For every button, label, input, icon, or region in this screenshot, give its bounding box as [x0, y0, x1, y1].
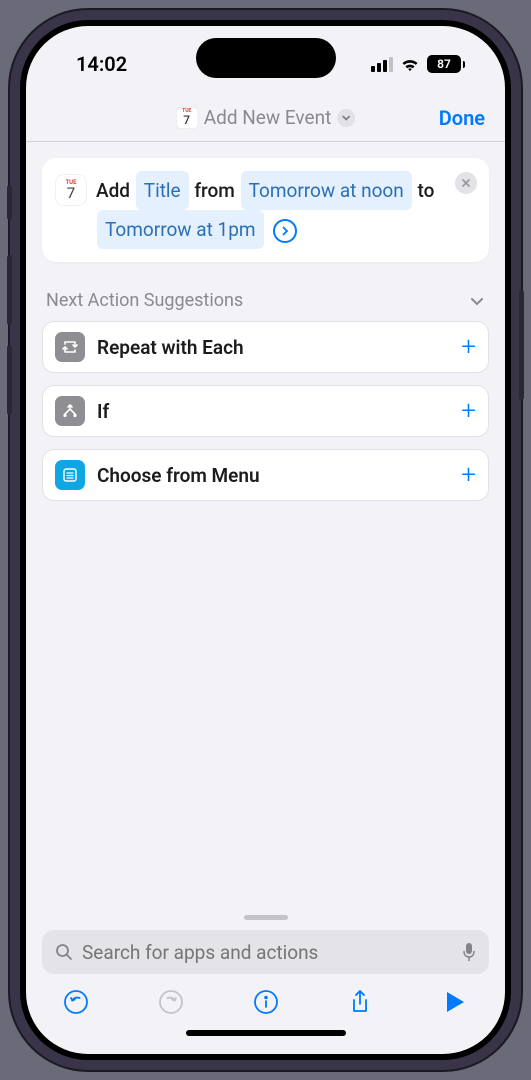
screen: 14:02 87 TUE 7 — [26, 26, 505, 1054]
microphone-icon[interactable] — [461, 941, 477, 963]
show-more-button[interactable] — [273, 219, 297, 243]
undo-button[interactable] — [62, 988, 90, 1016]
battery-indicator: 87 — [427, 55, 465, 73]
suggestion-label: Repeat with Each — [97, 336, 449, 359]
delete-action-button[interactable] — [455, 172, 477, 194]
chevron-down-icon — [337, 109, 355, 127]
navigation-bar: TUE 7 Add New Event Done — [26, 94, 505, 142]
search-icon — [54, 942, 74, 962]
action-word-to: to — [417, 179, 434, 202]
shortcut-title-button[interactable]: TUE 7 Add New Event — [176, 106, 356, 129]
phone-volume-up — [7, 255, 12, 325]
phone-power-button — [519, 290, 524, 400]
dynamic-island — [196, 38, 336, 78]
content-area: TUE 7 Add Title from Tomorrow at noon to… — [26, 142, 505, 915]
suggestions-header[interactable]: Next Action Suggestions — [46, 290, 485, 311]
phone-silent-switch — [7, 185, 12, 220]
home-indicator[interactable] — [186, 1030, 346, 1036]
action-text: Add Title from Tomorrow at noon to Tomor… — [96, 171, 475, 249]
toolbar — [42, 974, 489, 1024]
calendar-action-icon: TUE 7 — [56, 175, 86, 205]
suggestion-repeat-with-each[interactable]: Repeat with Each + — [42, 321, 489, 373]
suggestions-title: Next Action Suggestions — [46, 290, 243, 311]
suggestion-label: Choose from Menu — [97, 464, 449, 487]
search-bar[interactable] — [42, 930, 489, 974]
cellular-signal-icon — [371, 57, 393, 72]
chevron-down-icon — [469, 293, 485, 309]
search-input[interactable] — [82, 941, 453, 964]
chevron-right-icon — [280, 226, 290, 236]
status-indicators: 87 — [371, 55, 465, 73]
branch-icon — [55, 396, 85, 426]
suggestion-label: If — [97, 400, 449, 423]
event-end-token[interactable]: Tomorrow at 1pm — [97, 210, 264, 249]
drawer-grabber[interactable] — [244, 915, 288, 920]
share-button[interactable] — [346, 988, 374, 1016]
info-button[interactable] — [252, 988, 280, 1016]
redo-button — [157, 988, 185, 1016]
phone-bezel: 14:02 87 TUE 7 — [20, 20, 511, 1060]
phone-volume-down — [7, 345, 12, 415]
status-time: 14:02 — [76, 52, 127, 76]
close-icon — [461, 178, 471, 188]
repeat-icon — [55, 332, 85, 362]
action-add-event[interactable]: TUE 7 Add Title from Tomorrow at noon to… — [42, 158, 489, 262]
wifi-icon — [400, 57, 420, 72]
phone-frame: 14:02 87 TUE 7 — [10, 10, 521, 1070]
shortcut-title: Add New Event — [204, 106, 332, 129]
add-suggestion-button[interactable]: + — [461, 332, 476, 362]
bottom-panel — [26, 915, 505, 1054]
event-start-token[interactable]: Tomorrow at noon — [241, 171, 412, 210]
run-button[interactable] — [441, 988, 469, 1016]
add-suggestion-button[interactable]: + — [461, 396, 476, 426]
done-button[interactable]: Done — [439, 106, 485, 130]
action-word-add: Add — [96, 179, 130, 202]
menu-icon — [55, 460, 85, 490]
event-title-token[interactable]: Title — [136, 171, 189, 210]
action-word-from: from — [194, 179, 235, 202]
suggestion-if[interactable]: If + — [42, 385, 489, 437]
suggestion-choose-from-menu[interactable]: Choose from Menu + — [42, 449, 489, 501]
calendar-app-icon: TUE 7 — [176, 107, 198, 129]
add-suggestion-button[interactable]: + — [461, 460, 476, 490]
battery-level: 87 — [437, 57, 451, 71]
